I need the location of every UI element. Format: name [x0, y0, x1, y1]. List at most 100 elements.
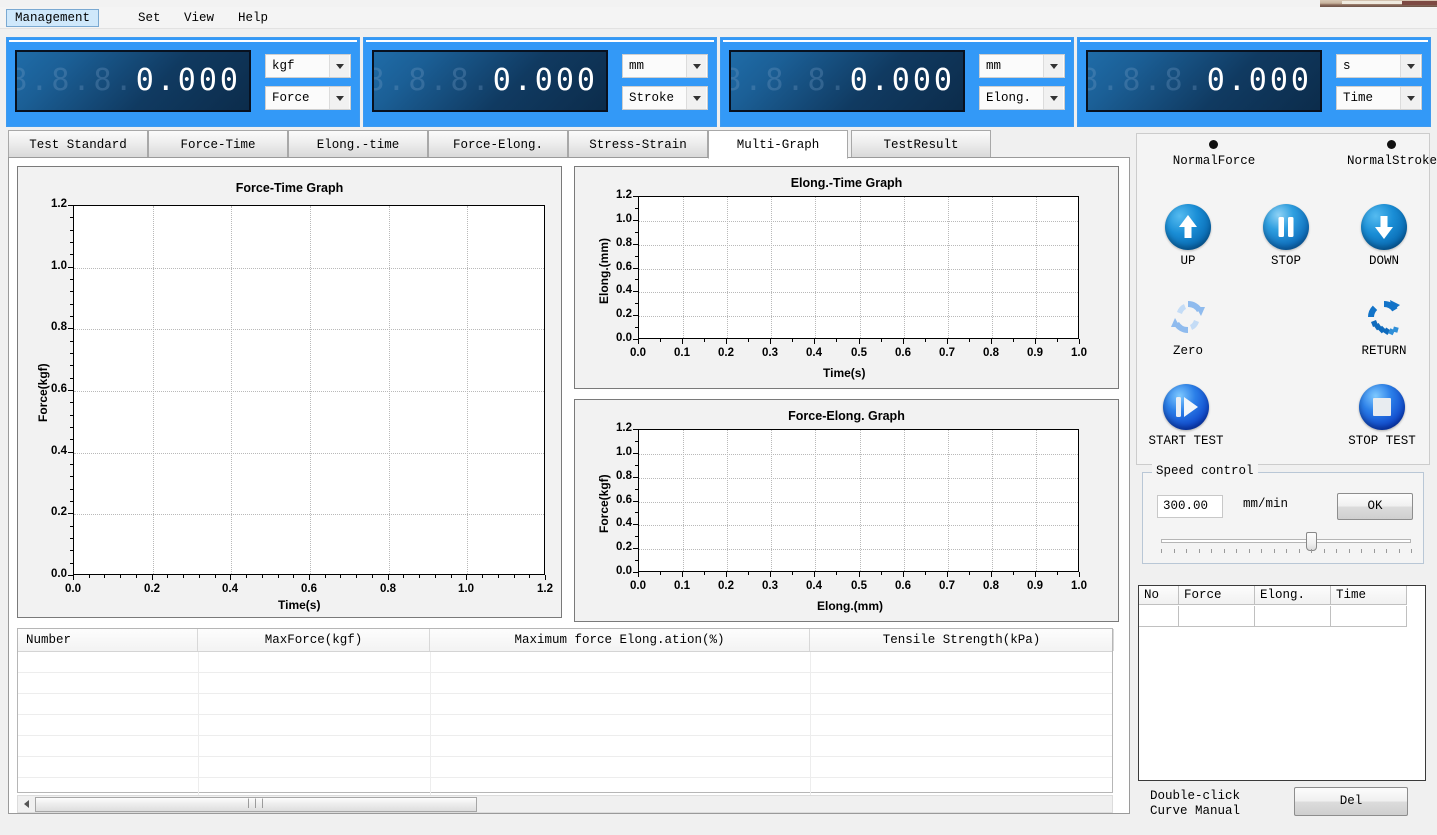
meter-row: 8.8.8.8.8.8.0.000kgfForce8.8.8.8.8.8.0.0… [6, 37, 1431, 127]
x-minor-tick [104, 575, 105, 578]
tab-test-standard[interactable]: Test Standard [8, 130, 148, 158]
y-minor-tick [70, 230, 73, 231]
curve-points-table[interactable]: No Force Elong. Time [1138, 585, 1426, 781]
delete-button[interactable]: Del [1294, 787, 1408, 816]
channel-select-value: Stroke [629, 91, 675, 105]
channel-select[interactable]: Elong. [979, 86, 1065, 110]
play-icon [1163, 384, 1209, 430]
results-column-header[interactable]: Maximum force Elong.ation(%) [430, 629, 810, 651]
control-button-label: Zero [1172, 344, 1203, 358]
table-row[interactable] [18, 694, 1112, 715]
curve-column-header[interactable]: Time [1331, 586, 1407, 605]
chevron-down-icon[interactable] [686, 87, 706, 109]
start-test-button[interactable] [1163, 384, 1209, 430]
chevron-down-icon[interactable] [329, 87, 349, 109]
status-indicator-dot [1387, 140, 1396, 149]
led-value: 0.000 [1206, 63, 1312, 98]
unit-select[interactable]: kgf [265, 54, 351, 78]
results-column-header[interactable]: MaxForce(kgf) [198, 629, 430, 651]
results-table[interactable]: Number MaxForce(kgf) Maximum force Elong.a… [17, 628, 1114, 799]
curve-table-cell[interactable] [1331, 606, 1407, 627]
results-horizontal-scrollbar[interactable]: ||| [17, 795, 1113, 813]
curve-table-cell[interactable] [1179, 606, 1255, 627]
speed-input[interactable]: 300.00 [1157, 495, 1223, 518]
chevron-down-icon[interactable] [1043, 87, 1063, 109]
y-minor-tick [635, 536, 638, 537]
y-minor-tick [70, 550, 73, 551]
results-column-header[interactable]: Number [18, 629, 198, 651]
unit-select[interactable]: mm [979, 54, 1065, 78]
menu-item-help[interactable]: Help [230, 9, 276, 27]
y-tick [633, 524, 638, 525]
y-minor-tick [635, 208, 638, 209]
curve-table-cell[interactable] [1255, 606, 1331, 627]
curve-column-header[interactable]: Force [1179, 586, 1255, 605]
speed-ok-button[interactable]: OK [1337, 493, 1413, 520]
tab-multi-graph[interactable]: Multi-Graph [708, 130, 848, 159]
slider-tick [1324, 549, 1325, 553]
scroll-left-arrow-icon[interactable] [18, 796, 35, 812]
gridline-vertical [153, 206, 154, 574]
tab-force-elong[interactable]: Force-Elong. [428, 130, 568, 158]
x-tick [814, 339, 815, 344]
x-minor-tick [704, 572, 705, 575]
force-meter: 8.8.8.8.8.8.0.000 kgf Force [6, 37, 360, 127]
tab-stress-strain[interactable]: Stress-Strain [568, 130, 708, 158]
speed-slider-track[interactable] [1161, 539, 1411, 543]
zero-button[interactable] [1165, 294, 1211, 340]
unit-select-value: mm [986, 59, 1002, 73]
table-row[interactable] [18, 673, 1112, 694]
down-button[interactable] [1361, 204, 1407, 250]
channel-select[interactable]: Time [1336, 86, 1422, 110]
led-ghost-digits: 8.8.8.8.8.8. [372, 63, 493, 98]
y-tick [633, 501, 638, 502]
tab-elong-time[interactable]: Elong.-time [288, 130, 428, 158]
results-column-header[interactable]: Tensile Strength(kPa) [810, 629, 1114, 651]
slider-tick [1274, 549, 1275, 553]
control-button-label: STOP TEST [1348, 434, 1416, 448]
x-minor-tick [925, 572, 926, 575]
table-row[interactable] [18, 652, 1112, 673]
scrollbar-thumb[interactable]: ||| [35, 796, 477, 812]
table-row[interactable] [18, 757, 1112, 778]
chevron-down-icon[interactable] [686, 55, 706, 77]
tab-force-time[interactable]: Force-Time [148, 130, 288, 158]
curve-column-header[interactable]: No [1139, 586, 1179, 605]
menu-item-view[interactable]: View [176, 9, 222, 27]
curve-table-header: No Force Elong. Time [1139, 586, 1425, 606]
cell-separator [810, 652, 811, 672]
x-tick-label: 0.4 [806, 580, 822, 592]
chevron-down-icon[interactable] [329, 55, 349, 77]
slider-tick [1374, 549, 1375, 553]
x-minor-tick [215, 575, 216, 578]
tab-testresult[interactable]: TestResult [851, 130, 991, 158]
menu-item-set[interactable]: Set [130, 9, 169, 27]
unit-select[interactable]: mm [622, 54, 708, 78]
table-row[interactable] [18, 715, 1112, 736]
curve-column-header[interactable]: Elong. [1255, 586, 1331, 605]
y-tick [68, 575, 73, 576]
gridline-vertical [310, 206, 311, 574]
stop-button[interactable] [1263, 204, 1309, 250]
stop-square-icon [1359, 384, 1405, 430]
table-row[interactable] [18, 736, 1112, 757]
stop-test-button[interactable] [1359, 384, 1405, 430]
chevron-down-icon[interactable] [1400, 55, 1420, 77]
x-minor-tick [1057, 339, 1058, 342]
up-button[interactable] [1165, 204, 1211, 250]
chevron-down-icon[interactable] [1043, 55, 1063, 77]
x-minor-tick [881, 572, 882, 575]
unit-select[interactable]: s [1336, 54, 1422, 78]
chart-title: Force-Elong. Graph [788, 409, 905, 423]
gridline-horizontal [74, 453, 544, 454]
cell-separator [198, 673, 199, 693]
channel-select[interactable]: Stroke [622, 86, 708, 110]
chevron-down-icon[interactable] [1400, 87, 1420, 109]
curve-table-cell[interactable] [1139, 606, 1179, 627]
channel-select[interactable]: Force [265, 86, 351, 110]
menu-item-management[interactable]: Management [6, 9, 100, 27]
slider-tick [1174, 549, 1175, 553]
x-minor-tick [704, 339, 705, 342]
return-button[interactable] [1361, 294, 1407, 340]
x-minor-tick [836, 572, 837, 575]
